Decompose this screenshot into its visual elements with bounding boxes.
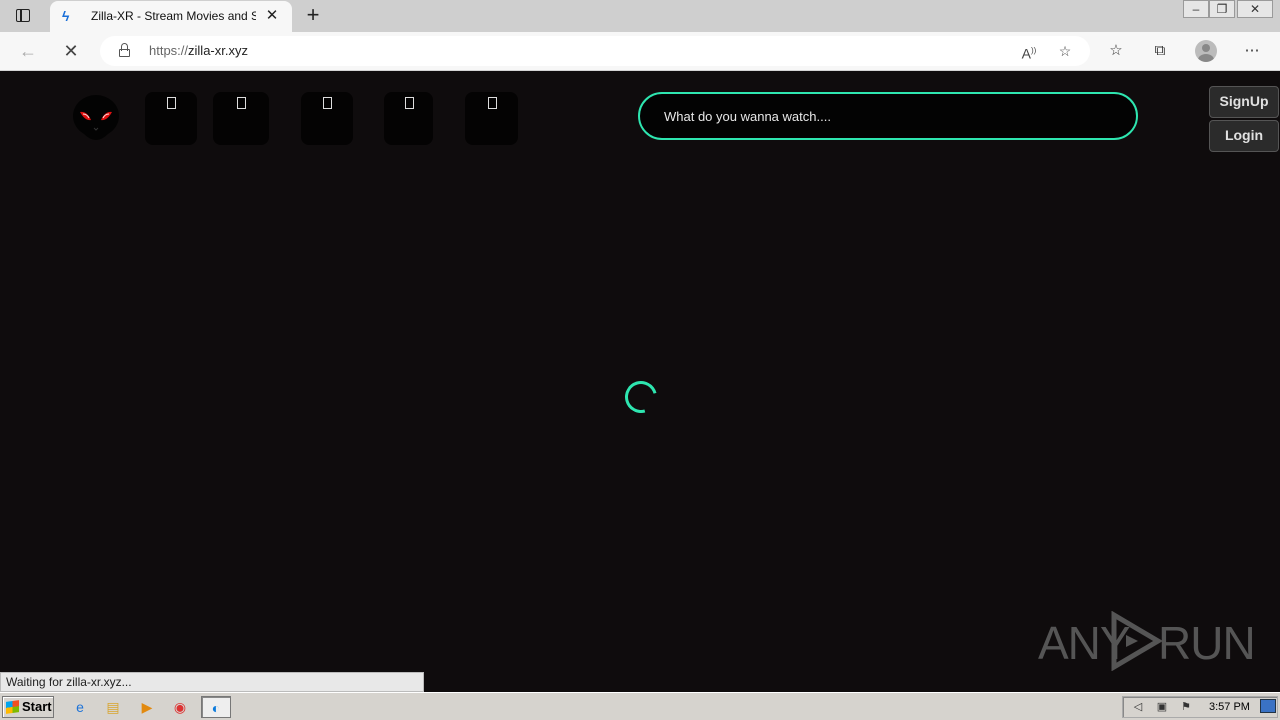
- missing-glyph-icon: [323, 97, 332, 109]
- url-text[interactable]: https://zilla-xr.xyz: [149, 43, 248, 58]
- page-content: SignUp Login ANY RUN: [0, 71, 1280, 691]
- browser-toolbar: ← ✕ https://zilla-xr.xyz A)) ☆: [0, 32, 1280, 71]
- back-arrow-icon[interactable]: ←: [14, 38, 42, 64]
- site-favicon-icon: ϟ: [62, 8, 70, 24]
- window-close-icon[interactable]: ✕: [1237, 0, 1273, 18]
- anyrun-watermark: ANY RUN: [1038, 611, 1256, 671]
- new-tab-button[interactable]: +: [302, 4, 324, 26]
- nav-tile-1[interactable]: [145, 92, 197, 145]
- add-favorite-icon[interactable]: ☆: [1054, 41, 1076, 61]
- taskbar: Start e ▤ ▶ ◉ ◐ ◁ ▣ ⚑ 3:57 PM: [0, 692, 1280, 720]
- tab-actions-icon[interactable]: [10, 7, 38, 25]
- address-bar[interactable]: https://zilla-xr.xyz A)) ☆: [100, 36, 1090, 66]
- nav-tile-5[interactable]: [465, 92, 518, 145]
- missing-glyph-icon: [237, 97, 246, 109]
- network-icon[interactable]: ▣: [1155, 700, 1169, 714]
- profile-avatar[interactable]: [1195, 40, 1217, 62]
- internet-explorer-icon[interactable]: e: [68, 696, 92, 718]
- stop-loading-icon[interactable]: ✕: [57, 38, 85, 64]
- speaker-icon[interactable]: ◁: [1131, 700, 1145, 714]
- restore-icon[interactable]: ❐: [1209, 0, 1235, 18]
- nav-tile-2[interactable]: [213, 92, 269, 145]
- file-explorer-icon[interactable]: ▤: [101, 696, 125, 718]
- system-tray: ◁ ▣ ⚑ 3:57 PM: [1122, 696, 1278, 718]
- close-tab-icon[interactable]: ✕: [264, 7, 280, 25]
- alien-logo-icon[interactable]: [72, 94, 120, 144]
- start-button[interactable]: Start: [2, 696, 54, 718]
- chrome-icon[interactable]: ◉: [168, 696, 192, 718]
- browser-tab[interactable]: ϟ Zilla-XR - Stream Movies and Se ✕: [50, 1, 292, 32]
- browser-tab-strip: ϟ Zilla-XR - Stream Movies and Se ✕ + – …: [0, 0, 1280, 32]
- status-bar: Waiting for zilla-xr.xyz...: [0, 672, 424, 692]
- lock-icon[interactable]: [118, 43, 130, 57]
- nav-tile-3[interactable]: [301, 92, 353, 145]
- missing-glyph-icon: [167, 97, 176, 109]
- login-button[interactable]: Login: [1209, 120, 1279, 152]
- edge-icon[interactable]: ◐: [201, 696, 231, 718]
- clock[interactable]: 3:57 PM: [1209, 701, 1250, 713]
- search-box[interactable]: [638, 92, 1138, 140]
- favorites-icon[interactable]: ☆: [1104, 38, 1128, 64]
- loading-spinner-icon: [619, 375, 663, 419]
- watermark-right-text: RUN: [1158, 617, 1256, 669]
- minimize-icon[interactable]: –: [1183, 0, 1209, 18]
- more-menu-icon[interactable]: ⋯: [1240, 38, 1264, 64]
- missing-glyph-icon: [404, 97, 414, 109]
- read-aloud-icon[interactable]: A)): [1018, 41, 1040, 62]
- tab-title: Zilla-XR - Stream Movies and Se: [91, 9, 256, 23]
- action-center-flag-icon[interactable]: ⚑: [1179, 700, 1193, 714]
- show-desktop-icon[interactable]: [1260, 699, 1276, 713]
- play-triangle-icon: [1111, 611, 1163, 671]
- nav-tile-4[interactable]: [384, 92, 433, 145]
- collections-icon[interactable]: ⧉: [1148, 38, 1172, 64]
- signup-button[interactable]: SignUp: [1209, 86, 1279, 118]
- missing-glyph-icon: [487, 97, 497, 109]
- windows-flag-icon: [6, 700, 19, 714]
- start-label: Start: [22, 699, 52, 714]
- media-player-icon[interactable]: ▶: [135, 696, 159, 718]
- search-input[interactable]: [664, 106, 1104, 126]
